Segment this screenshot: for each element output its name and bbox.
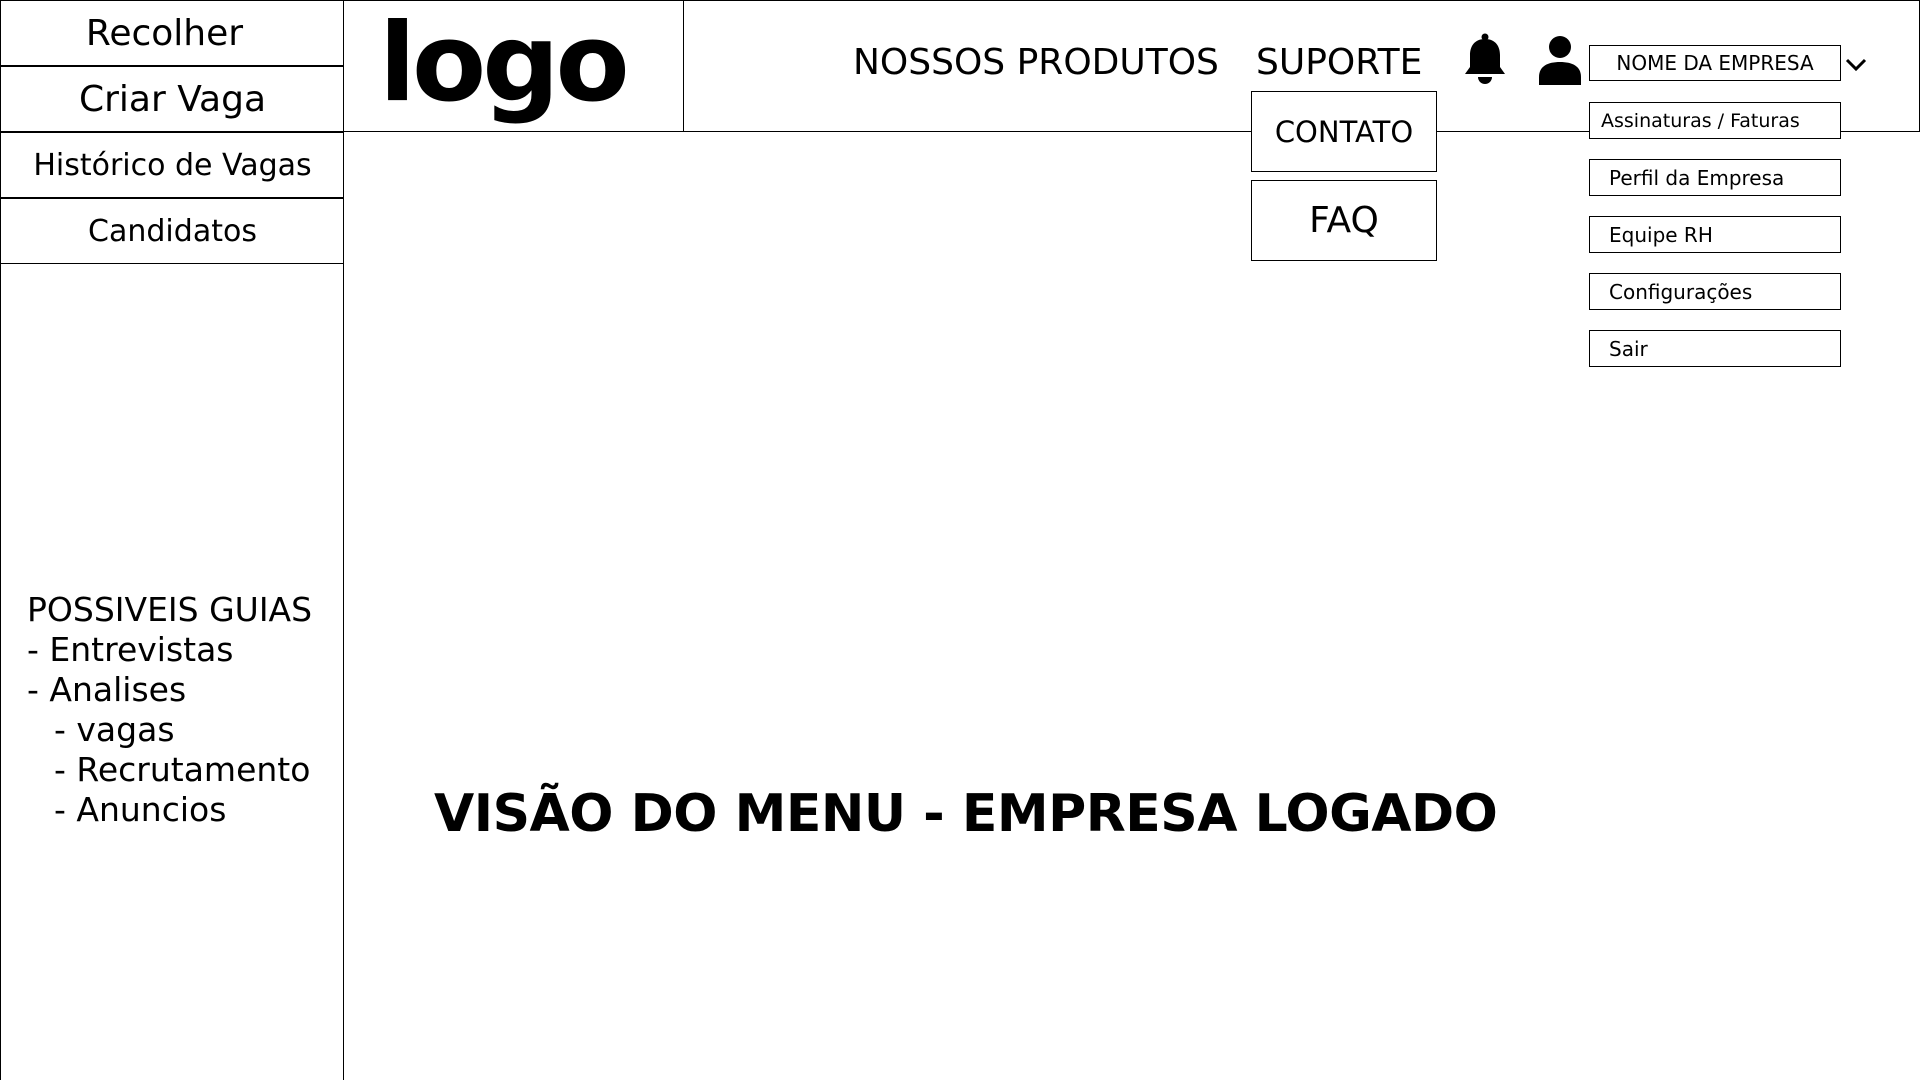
candidates-button-label: Candidatos: [88, 213, 257, 249]
chevron-down-icon[interactable]: [1844, 57, 1868, 73]
support-menu-contact-label: CONTATO: [1274, 114, 1414, 149]
guides-heading: POSSIVEIS GUIAS: [27, 590, 313, 629]
user-icon[interactable]: [1537, 35, 1583, 85]
job-history-button-label: Histórico de Vagas: [33, 147, 312, 183]
support-menu-faq-label: FAQ: [1309, 200, 1379, 241]
guide-item-ads: - Anuncios: [54, 790, 227, 829]
guide-item-interviews: - Entrevistas: [27, 630, 234, 669]
create-job-button[interactable]: Criar Vaga: [1, 66, 344, 132]
menu-item-label: Equipe RH: [1609, 222, 1713, 247]
menu-item-company-profile[interactable]: Perfil da Empresa: [1589, 159, 1841, 196]
create-job-button-label: Criar Vaga: [78, 78, 267, 120]
menu-item-label: Configurações: [1609, 279, 1753, 304]
support-menu-contact[interactable]: CONTATO: [1251, 91, 1437, 172]
menu-item-logout[interactable]: Sair: [1589, 330, 1841, 367]
guide-item-analyses: - Analises: [27, 670, 187, 709]
menu-item-hr-team[interactable]: Equipe RH: [1589, 216, 1841, 253]
candidates-button[interactable]: Candidatos: [1, 198, 344, 264]
sidebar: Recolher Criar Vaga Histórico de Vagas C…: [0, 0, 344, 1080]
job-history-button[interactable]: Histórico de Vagas: [1, 132, 344, 198]
logo: logo: [379, 1, 630, 126]
menu-item-label: Sair: [1609, 336, 1648, 361]
guide-item-jobs: - vagas: [54, 710, 175, 749]
menu-item-label: Perfil da Empresa: [1609, 165, 1785, 190]
collapse-button-label: Recolher: [85, 12, 244, 54]
menu-item-label: Assinaturas / Faturas: [1601, 109, 1800, 132]
logo-container[interactable]: logo: [343, 1, 684, 132]
support-menu-faq[interactable]: FAQ: [1251, 180, 1437, 261]
bell-icon[interactable]: [1462, 33, 1508, 85]
possible-guides-note: POSSIVEIS GUIAS - Entrevistas - Analises…: [27, 590, 312, 830]
page-title: VISÃO DO MENU - EMPRESA LOGADO: [434, 784, 1498, 844]
nav-support[interactable]: SUPORTE: [1256, 41, 1422, 85]
guide-item-recruitment: - Recrutamento: [54, 750, 311, 789]
menu-item-settings[interactable]: Configurações: [1589, 273, 1841, 310]
company-name-label: NOME DA EMPRESA: [1616, 51, 1814, 75]
menu-item-subscriptions-invoices[interactable]: Assinaturas / Faturas: [1589, 102, 1841, 139]
app-frame: Recolher Criar Vaga Histórico de Vagas C…: [0, 0, 1920, 1080]
collapse-button[interactable]: Recolher: [1, 0, 344, 66]
company-name-button[interactable]: NOME DA EMPRESA: [1589, 45, 1841, 81]
nav-our-products[interactable]: NOSSOS PRODUTOS: [853, 41, 1219, 85]
